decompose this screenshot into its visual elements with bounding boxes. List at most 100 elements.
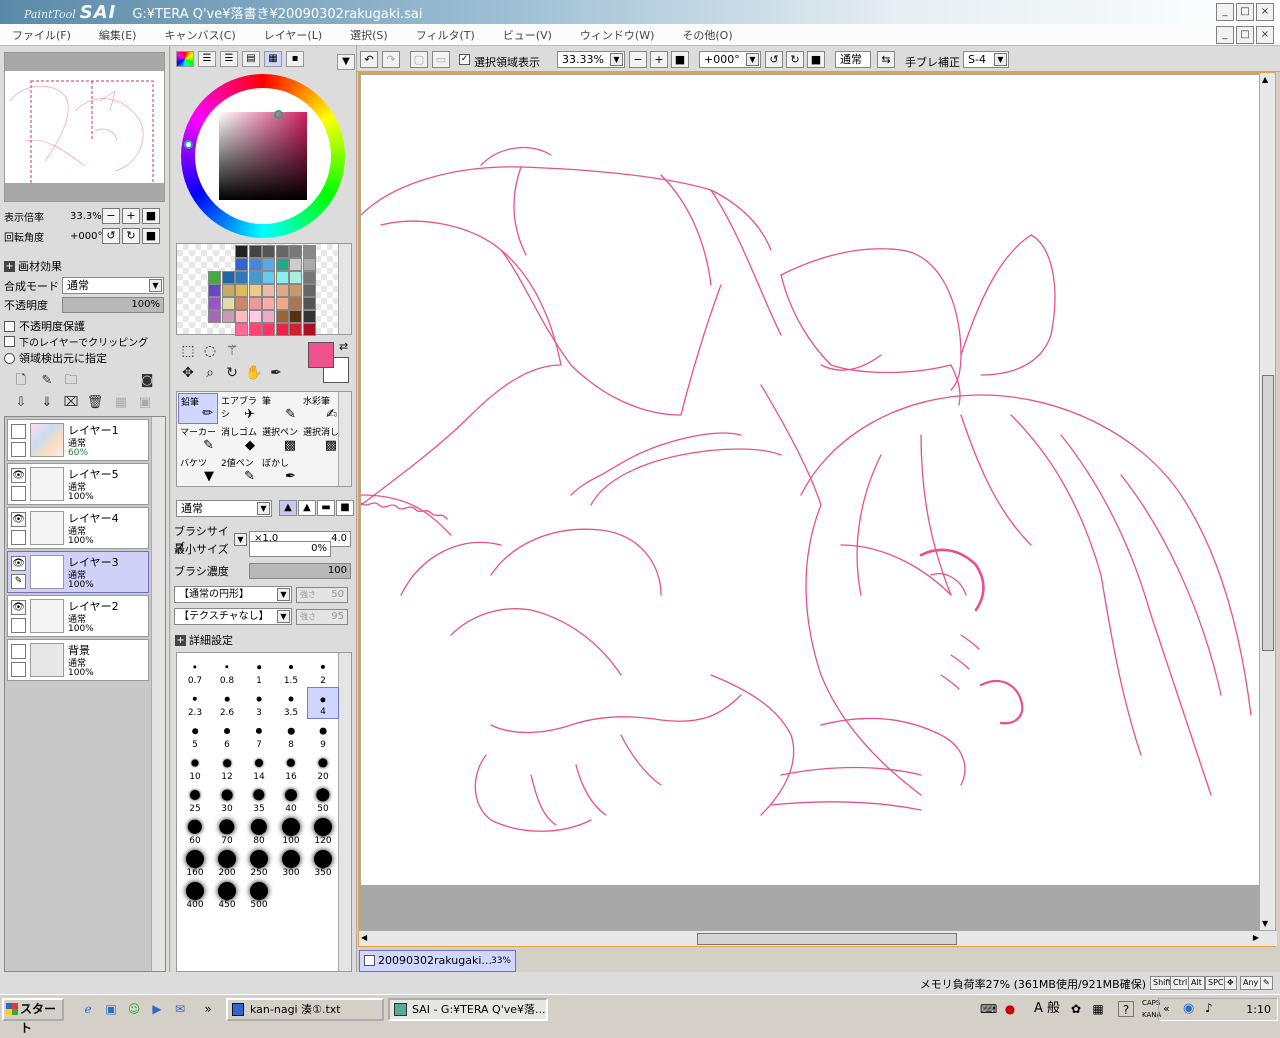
brush-size-option[interactable]: 2 — [307, 655, 339, 687]
tool-eraser[interactable]: 消しゴム ◆ — [219, 424, 259, 455]
lasso-icon[interactable]: ◌ — [200, 341, 220, 361]
hand-icon[interactable]: ✋ — [244, 363, 264, 383]
color-swatch[interactable] — [248, 245, 262, 258]
color-swatch[interactable] — [221, 310, 235, 323]
color-swatch[interactable] — [248, 297, 262, 310]
color-swatches[interactable]: (function(){ var rows = [ ["","","","","… — [176, 243, 352, 336]
color-swatch[interactable] — [275, 258, 289, 271]
texture-select[interactable]: 【テクスチャなし】 ▼ — [174, 608, 292, 625]
magic-wand-icon[interactable]: ⚚ — [222, 341, 242, 361]
messenger-icon[interactable]: ☺ — [126, 1001, 142, 1017]
tool-select-erase[interactable]: 選択消し ▩ — [301, 424, 341, 455]
brush-size-option[interactable]: 4 — [307, 687, 339, 719]
foreground-color-swatch[interactable] — [308, 342, 334, 368]
layer-item[interactable]: 👁 レイヤー2 通常 100% — [7, 595, 149, 637]
size-grid-scrollbar[interactable] — [338, 653, 351, 971]
rotate-icon[interactable]: ↻ — [222, 363, 242, 383]
tool-airbrush[interactable]: エアブラシ ✈ — [219, 393, 259, 424]
brush-size-option[interactable]: 100 — [275, 815, 307, 847]
brush-size-option[interactable]: 350 — [307, 847, 339, 879]
tool-marker[interactable]: マーカー ✎ — [178, 424, 218, 455]
keyboard-icon[interactable]: ⌨ — [980, 1001, 997, 1017]
pin-toggle[interactable] — [11, 486, 26, 501]
tool-bucket[interactable]: バケツ ▼ — [178, 455, 218, 486]
eye-icon[interactable]: 👁 — [11, 512, 26, 527]
canvas-vertical-scroll-thumb[interactable] — [1262, 375, 1274, 651]
brush-size-option[interactable]: 250 — [243, 847, 275, 879]
redo-button[interactable]: ↷ — [382, 51, 400, 68]
scroll-up-icon[interactable]: ▲ — [1262, 75, 1268, 84]
brush-size-option[interactable]: 50 — [307, 783, 339, 815]
color-swatch[interactable] — [221, 271, 235, 284]
move-icon[interactable]: ✥ — [178, 363, 198, 383]
menu-other[interactable]: その他(O) — [682, 27, 732, 43]
layer-item[interactable]: 👁 レイヤー5 通常 100% — [7, 463, 149, 505]
merge-down-icon[interactable]: ⇓ — [38, 394, 56, 412]
drawing-canvas[interactable] — [360, 75, 1259, 885]
hsv-slider-tab-icon[interactable]: ☰ — [220, 51, 238, 67]
color-swatch[interactable] — [289, 284, 302, 297]
menu-view[interactable]: ビュー(V) — [503, 27, 552, 43]
brush-density-slider[interactable]: 100 — [249, 563, 351, 579]
ime-mode-label[interactable]: A 般 — [1030, 1001, 1064, 1017]
rgb-slider-tab-icon[interactable]: ☰ — [198, 51, 216, 67]
color-swatch[interactable] — [262, 284, 275, 297]
color-swatch[interactable] — [262, 271, 275, 284]
color-swatch[interactable] — [235, 323, 248, 336]
menu-layer[interactable]: レイヤー(L) — [264, 27, 322, 43]
trash-icon[interactable]: 🗑 — [86, 394, 104, 412]
menu-window[interactable]: ウィンドウ(W) — [580, 27, 654, 43]
color-swatch[interactable] — [208, 310, 221, 323]
brush-size-option[interactable]: 14 — [243, 751, 275, 783]
brush-size-option[interactable]: 5 — [179, 719, 211, 751]
layer-item[interactable]: 背景 通常 100% — [7, 639, 149, 681]
layer-list-scrollbar[interactable] — [151, 417, 165, 971]
intermediate-color-tab-icon[interactable]: ▤ — [242, 51, 260, 67]
tool-binary-pen[interactable]: 2値ペン ✎ — [219, 455, 259, 486]
flip-horizontal-button[interactable]: ⇆ — [877, 51, 895, 68]
detail-settings-label[interactable]: 詳細設定 — [189, 632, 233, 648]
rotate-left-button[interactable]: ↺ — [102, 228, 120, 244]
deselect-button[interactable]: ▢ — [410, 51, 428, 68]
expand-icon[interactable]: + — [175, 634, 186, 646]
brush-size-option[interactable]: 12 — [211, 751, 243, 783]
help-icon[interactable]: ? — [1118, 1001, 1134, 1017]
pin-toggle[interactable] — [11, 442, 26, 457]
brush-edge-soft-button[interactable]: ▬ — [317, 500, 335, 516]
pin-toggle[interactable] — [11, 530, 26, 545]
brush-size-option[interactable]: 8 — [275, 719, 307, 751]
zoom-reset-button[interactable]: ■ — [142, 208, 160, 224]
brush-size-option[interactable]: 7 — [243, 719, 275, 751]
color-swatch[interactable] — [262, 245, 275, 258]
color-wheel[interactable] — [181, 74, 345, 238]
color-swatch[interactable] — [302, 245, 316, 258]
color-swatch[interactable] — [275, 297, 289, 310]
brush-size-option[interactable]: 0.8 — [211, 655, 243, 687]
brush-size-option[interactable]: 25 — [179, 783, 211, 815]
duplicate-layer-icon[interactable]: ▣ — [136, 394, 154, 412]
canvas-viewport[interactable]: ▲ ▼ ◀ ▶ — [358, 72, 1277, 947]
doc-close-button[interactable]: × — [1256, 26, 1274, 44]
brush-size-option[interactable]: 80 — [243, 815, 275, 847]
color-swatch[interactable] — [289, 310, 302, 323]
brush-size-option[interactable]: 3 — [243, 687, 275, 719]
color-swatch[interactable] — [248, 284, 262, 297]
clipping-checkbox[interactable] — [4, 336, 15, 347]
scratchpad-tab-icon[interactable]: ▪ — [286, 51, 304, 67]
eye-icon[interactable]: 👁 — [11, 468, 26, 483]
color-swatch[interactable] — [208, 297, 221, 310]
preserve-opacity-checkbox[interactable] — [4, 320, 15, 332]
outlook-icon[interactable]: ✉ — [172, 1001, 188, 1017]
brush-edge-hard-button[interactable]: ▲ — [279, 500, 297, 516]
brush-size-option[interactable]: 400 — [179, 879, 211, 911]
network-icon[interactable]: ◉ — [1183, 1001, 1194, 1016]
brush-size-option[interactable]: 0.7 — [179, 655, 211, 687]
taskbar-item-notepad[interactable]: kan-nagi 湊①.txt — [226, 998, 384, 1021]
canvas-horizontal-scrollbar[interactable]: ◀ ▶ — [359, 930, 1277, 946]
color-swatch[interactable] — [302, 323, 316, 336]
tool-blur[interactable]: ぼかし ✒ — [260, 455, 300, 486]
menu-select[interactable]: 選択(S) — [350, 27, 388, 43]
color-swatch[interactable] — [208, 271, 221, 284]
canvas-rotate-reset-button[interactable]: ■ — [807, 51, 825, 68]
panel-menu-icon[interactable]: ▼ — [337, 54, 355, 70]
